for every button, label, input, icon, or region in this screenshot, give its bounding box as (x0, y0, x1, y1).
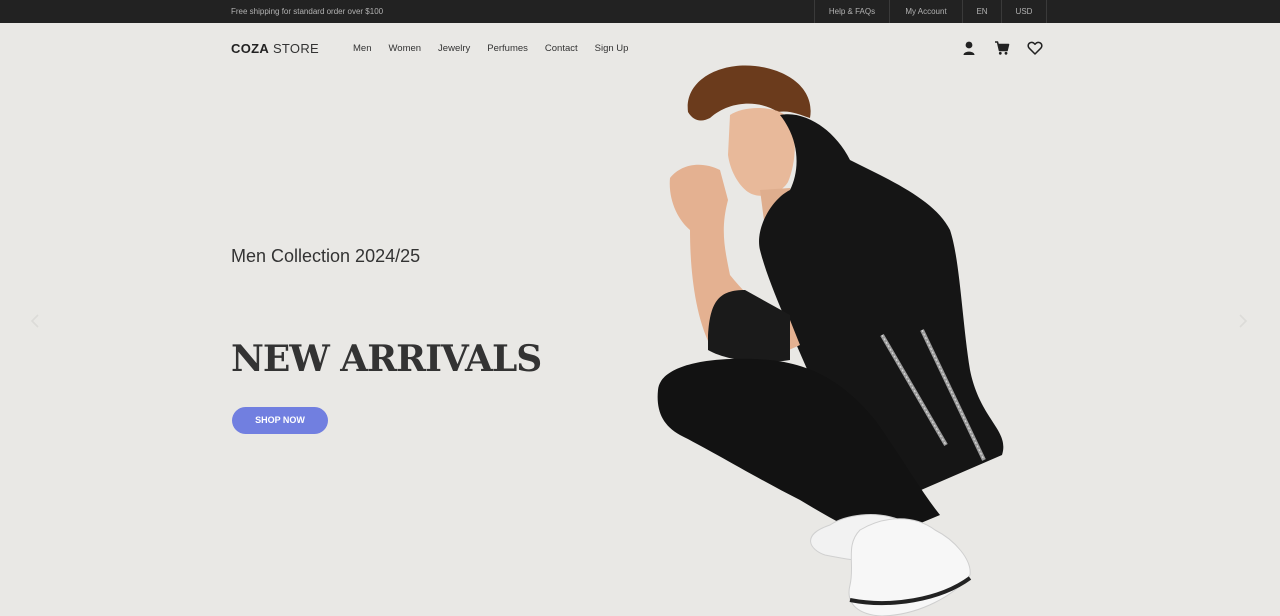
user-icon[interactable] (961, 40, 977, 56)
shipping-promo: Free shipping for standard order over $1… (231, 7, 384, 16)
logo-bold-text: COZA (231, 41, 270, 56)
cart-icon[interactable] (994, 40, 1010, 56)
shop-now-button[interactable]: SHOP NOW (232, 407, 328, 434)
store-logo[interactable]: COZA STORE (231, 41, 319, 56)
nav-item-jewelry[interactable]: Jewelry (438, 43, 470, 54)
header-icons (961, 40, 1060, 56)
hero-headline: NEW ARRIVALS (231, 338, 542, 380)
top-bar: Free shipping for standard order over $1… (0, 0, 1280, 23)
main-nav: Men Women Jewelry Perfumes Contact Sign … (353, 43, 645, 54)
nav-item-women[interactable]: Women (388, 43, 421, 54)
language-selector[interactable]: EN (963, 0, 1002, 23)
heart-icon[interactable] (1027, 40, 1043, 56)
logo-rest-text: STORE (269, 41, 319, 56)
hero-subtitle: Men Collection 2024/25 (231, 246, 421, 266)
slider-prev-arrow-icon[interactable] (30, 313, 40, 329)
nav-item-contact[interactable]: Contact (545, 43, 578, 54)
top-bar-links: Help & FAQs My Account EN USD (814, 0, 1047, 23)
nav-item-men[interactable]: Men (353, 43, 371, 54)
my-account-link[interactable]: My Account (890, 0, 963, 23)
nav-item-perfumes[interactable]: Perfumes (487, 43, 528, 54)
slider-next-arrow-icon[interactable] (1238, 313, 1248, 329)
hero-model-image (657, 65, 1004, 616)
help-faqs-link[interactable]: Help & FAQs (815, 0, 890, 23)
nav-item-sign-up[interactable]: Sign Up (595, 43, 629, 54)
currency-selector[interactable]: USD (1002, 0, 1047, 23)
